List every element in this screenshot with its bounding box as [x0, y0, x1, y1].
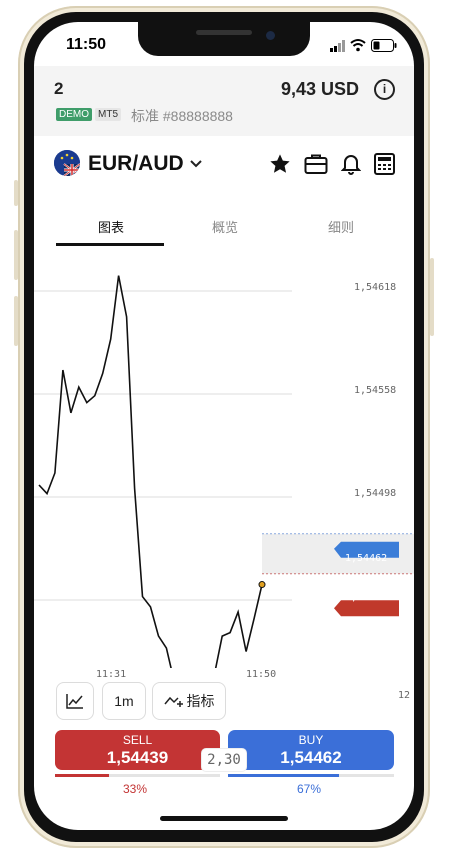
- speaker: [196, 30, 252, 35]
- battery-icon: [371, 39, 397, 52]
- sell-sentiment-fill: [55, 774, 110, 777]
- platform-badge: MT5: [95, 108, 121, 121]
- chart-svg: [34, 275, 414, 717]
- account-label: 标准 #88888888: [131, 108, 233, 124]
- buy-sentiment-track: [228, 774, 394, 777]
- price-axis-label-1: 1,54618: [354, 282, 397, 293]
- sell-price: 1,54439: [106, 748, 169, 767]
- buy-sentiment-fill: [228, 774, 340, 777]
- chart-edge-label: 12: [398, 690, 411, 701]
- indicators-button[interactable]: 指标: [152, 682, 226, 720]
- chart-type-button[interactable]: [56, 682, 94, 720]
- status-time: 11:50: [66, 36, 107, 53]
- tab-details[interactable]: 细则: [328, 217, 354, 236]
- timeframe-label: 1m: [114, 693, 134, 709]
- line-chart-icon: [66, 694, 83, 709]
- notch: [138, 22, 310, 56]
- price-line: [38, 275, 263, 717]
- chevron-down-icon[interactable]: [189, 159, 203, 169]
- demo-badge: DEMO: [56, 108, 92, 121]
- sell-label: SELL: [122, 733, 153, 747]
- tab-overview[interactable]: 概览: [212, 217, 238, 236]
- buy-label: BUY: [298, 733, 324, 747]
- buy-price-tag: 1,54462: [345, 553, 388, 564]
- info-icon[interactable]: i: [374, 79, 395, 100]
- signal-icon: [330, 40, 345, 52]
- star-icon[interactable]: [269, 153, 291, 175]
- active-tab-indicator: [56, 243, 164, 246]
- indicators-label: 指标: [186, 693, 215, 709]
- spread-value: 2,30: [202, 749, 246, 771]
- tab-chart[interactable]: 图表: [98, 217, 124, 236]
- sell-sentiment-track: [55, 774, 220, 777]
- symbol-name[interactable]: EUR/AUD: [88, 152, 184, 176]
- price-axis-label-2: 1,54558: [354, 385, 397, 396]
- phone-power-button: [430, 258, 434, 336]
- eu-au-flag-icon: [54, 150, 80, 176]
- buy-price: 1,54462: [280, 748, 342, 767]
- sell-price-tag: 1,54439: [345, 592, 388, 603]
- briefcase-icon[interactable]: [304, 153, 328, 175]
- calculator-icon[interactable]: [374, 153, 395, 175]
- price-chart[interactable]: 1,54618 1,54558 1,54498 11:31 11:50 1,54…: [34, 248, 414, 717]
- home-indicator: [160, 816, 288, 821]
- last-price-dot: [258, 581, 266, 589]
- indicator-icon: [163, 696, 183, 707]
- buy-button[interactable]: BUY 1,54462: [228, 730, 394, 770]
- price-axis-label-3: 1,54498: [354, 488, 397, 499]
- camera: [266, 31, 275, 40]
- timeframe-button[interactable]: 1m: [102, 682, 146, 720]
- bell-icon[interactable]: [341, 153, 361, 175]
- screen: 11:50 2 9,43 USD i DEMO MT5 标准 #88888888…: [34, 22, 414, 830]
- sell-button[interactable]: SELL 1,54439: [55, 730, 220, 770]
- time-axis-label-2: 11:50: [246, 669, 277, 680]
- account-number: 2: [54, 79, 64, 98]
- buy-percent: 67%: [297, 782, 322, 796]
- sell-percent: 33%: [123, 782, 148, 796]
- time-axis-label-1: 11:31: [96, 669, 127, 680]
- wifi-icon: [350, 39, 366, 52]
- account-balance: 9,43 USD: [281, 79, 360, 99]
